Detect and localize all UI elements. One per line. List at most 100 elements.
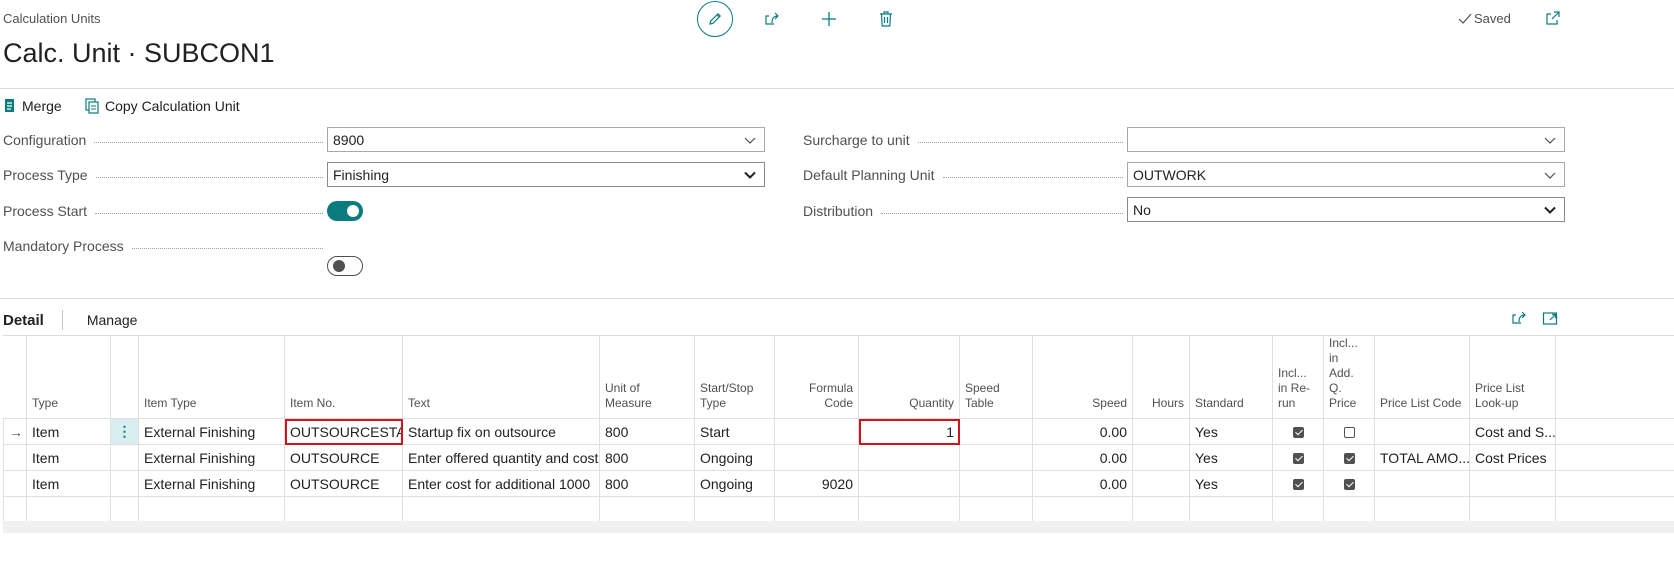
empty-cell[interactable] xyxy=(1374,496,1470,523)
cell-quantity[interactable] xyxy=(858,470,960,497)
empty-cell[interactable] xyxy=(1323,496,1375,523)
table-row[interactable]: Item External Finishing OUTSOURCE Enter off… xyxy=(3,444,1674,471)
col-start-stop-type[interactable]: Start/Stop Type xyxy=(694,336,775,419)
cell-item-no[interactable]: OUTSOURCE xyxy=(284,444,403,471)
incl-add-checkbox[interactable] xyxy=(1343,427,1355,439)
col-incl-add-price[interactable]: Incl... in Add. Q. Price xyxy=(1323,336,1375,419)
cell-item-type[interactable]: External Finishing xyxy=(138,418,285,445)
process-start-toggle[interactable] xyxy=(327,201,363,221)
empty-cell[interactable] xyxy=(1032,496,1133,523)
incl-add-checkbox[interactable] xyxy=(1343,479,1355,491)
incl-add-checkbox-cell[interactable] xyxy=(1323,418,1375,445)
delete-button[interactable] xyxy=(868,1,904,37)
cell-standard[interactable]: Yes xyxy=(1189,418,1273,445)
cell-uom[interactable]: 800 xyxy=(599,470,695,497)
table-row[interactable]: Item External Finishing OUTSOURCE Enter cos… xyxy=(3,470,1674,497)
cell-item-type[interactable]: External Finishing xyxy=(138,444,285,471)
col-item-type[interactable]: Item Type xyxy=(138,336,285,419)
cell-speed[interactable]: 0.00 xyxy=(1032,444,1133,471)
empty-cell[interactable] xyxy=(1469,496,1556,523)
col-incl-rerun[interactable]: Incl... in Re-run xyxy=(1272,336,1324,419)
empty-cell[interactable] xyxy=(26,496,111,523)
cell-hours[interactable] xyxy=(1132,418,1190,445)
cell-quantity[interactable]: 1 xyxy=(858,418,960,445)
surcharge-field[interactable] xyxy=(1127,127,1565,152)
edit-button[interactable] xyxy=(697,1,733,37)
table-row[interactable] xyxy=(3,496,1674,523)
col-quantity[interactable]: Quantity xyxy=(858,336,960,419)
cell-start-stop[interactable]: Ongoing xyxy=(694,470,775,497)
col-formula-code[interactable]: Formula Code xyxy=(774,336,859,419)
col-standard[interactable]: Standard xyxy=(1189,336,1273,419)
breadcrumb[interactable]: Calculation Units xyxy=(3,11,101,26)
col-price-list-code[interactable]: Price List Code xyxy=(1374,336,1470,419)
tab-detail[interactable]: Detail xyxy=(3,312,44,329)
share-lines-button[interactable] xyxy=(1511,310,1528,331)
cell-item-type[interactable]: External Finishing xyxy=(138,470,285,497)
incl-rerun-checkbox[interactable] xyxy=(1292,453,1304,465)
cell-speed[interactable]: 0.00 xyxy=(1032,470,1133,497)
cell-standard[interactable]: Yes xyxy=(1189,470,1273,497)
incl-rerun-checkbox-cell[interactable] xyxy=(1272,470,1324,497)
process-type-select[interactable]: Finishing xyxy=(327,162,765,187)
cell-text[interactable]: Enter cost for additional 1000 xyxy=(402,470,600,497)
cell-type[interactable]: Item xyxy=(26,470,111,497)
cell-price-list-code[interactable]: TOTAL AMO... xyxy=(1374,444,1470,471)
table-row[interactable]: →Item⋮External FinishingOUTSOURCESTARTSt… xyxy=(3,418,1674,445)
incl-rerun-checkbox[interactable] xyxy=(1292,479,1304,491)
cell-start-stop[interactable]: Start xyxy=(694,418,775,445)
cell-uom[interactable]: 800 xyxy=(599,444,695,471)
cell-type[interactable]: Item xyxy=(26,444,111,471)
empty-cell[interactable] xyxy=(858,496,960,523)
incl-add-checkbox-cell[interactable] xyxy=(1323,444,1375,471)
cell-speed-table[interactable] xyxy=(959,418,1033,445)
copy-calculation-unit-action[interactable]: Copy Calculation Unit xyxy=(85,98,240,114)
cell-standard[interactable]: Yes xyxy=(1189,444,1273,471)
empty-cell[interactable] xyxy=(284,496,403,523)
new-button[interactable] xyxy=(811,1,847,37)
cell-formula[interactable] xyxy=(774,444,859,471)
col-type[interactable]: Type xyxy=(26,336,111,419)
distribution-select[interactable]: No xyxy=(1127,197,1565,222)
mandatory-process-toggle[interactable] xyxy=(327,256,363,276)
cell-formula[interactable] xyxy=(774,418,859,445)
cell-price-list-code[interactable] xyxy=(1374,470,1470,497)
empty-cell[interactable] xyxy=(110,496,139,523)
empty-cell[interactable] xyxy=(1272,496,1324,523)
col-hours[interactable]: Hours xyxy=(1132,336,1190,419)
col-speed[interactable]: Speed xyxy=(1032,336,1133,419)
cell-formula[interactable]: 9020 xyxy=(774,470,859,497)
empty-cell[interactable] xyxy=(1132,496,1190,523)
merge-action[interactable]: Merge xyxy=(3,98,62,114)
configuration-field[interactable]: 8900 xyxy=(327,127,765,152)
empty-cell[interactable] xyxy=(599,496,695,523)
col-item-no[interactable]: Item No. xyxy=(284,336,403,419)
cell-lookup[interactable]: Cost and S... xyxy=(1469,418,1556,445)
incl-add-checkbox-cell[interactable] xyxy=(1323,470,1375,497)
cell-speed[interactable]: 0.00 xyxy=(1032,418,1133,445)
cell-start-stop[interactable]: Ongoing xyxy=(694,444,775,471)
cell-type[interactable]: Item xyxy=(26,418,111,445)
col-price-list-lookup[interactable]: Price List Look-up xyxy=(1469,336,1556,419)
open-new-window-button[interactable] xyxy=(1545,10,1561,31)
cell-hours[interactable] xyxy=(1132,444,1190,471)
cell-uom[interactable]: 800 xyxy=(599,418,695,445)
empty-cell[interactable] xyxy=(1189,496,1273,523)
row-actions-menu[interactable] xyxy=(110,444,139,471)
cell-item-no[interactable]: OUTSOURCE xyxy=(284,470,403,497)
cell-hours[interactable] xyxy=(1132,470,1190,497)
incl-rerun-checkbox-cell[interactable] xyxy=(1272,418,1324,445)
share-button[interactable] xyxy=(754,1,790,37)
empty-cell[interactable] xyxy=(959,496,1033,523)
empty-cell[interactable] xyxy=(694,496,775,523)
default-planning-unit-field[interactable]: OUTWORK xyxy=(1127,162,1565,187)
cell-price-list-code[interactable] xyxy=(1374,418,1470,445)
cell-lookup[interactable]: Cost Prices xyxy=(1469,444,1556,471)
incl-rerun-checkbox[interactable] xyxy=(1292,427,1304,439)
expand-lines-button[interactable] xyxy=(1542,310,1559,331)
cell-speed-table[interactable] xyxy=(959,444,1033,471)
row-actions-menu[interactable]: ⋮ xyxy=(110,418,139,445)
row-actions-menu[interactable] xyxy=(110,470,139,497)
empty-cell[interactable] xyxy=(138,496,285,523)
empty-cell[interactable] xyxy=(402,496,600,523)
